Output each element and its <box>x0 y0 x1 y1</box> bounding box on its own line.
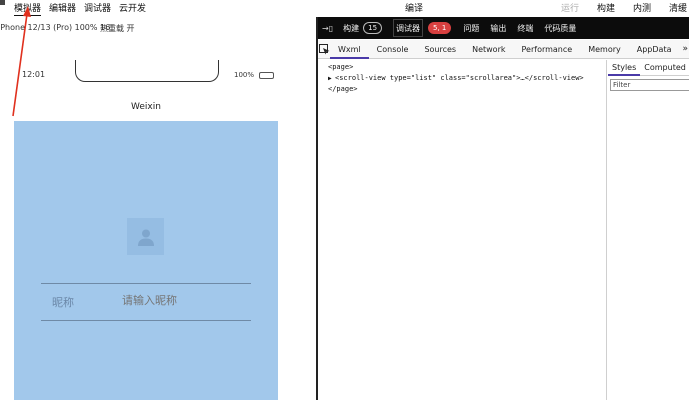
dock-icon[interactable]: →▯ <box>322 24 333 33</box>
toolbar-debugger-label: 调试器 <box>396 23 421 33</box>
toolbar-build[interactable]: 构建 15 <box>343 19 383 37</box>
tab-console[interactable]: Console <box>369 40 417 59</box>
dom-node-scroll-view-text: <scroll-view type="list" class="scrollar… <box>335 74 584 82</box>
dom-node-page-close-text: </page> <box>328 85 358 93</box>
toolbar-output[interactable]: 输出 <box>490 19 506 37</box>
tab-network[interactable]: Network <box>464 40 513 59</box>
preview-button[interactable]: 运行 <box>561 3 579 15</box>
dom-node-scroll-view[interactable]: ▶ <scroll-view type="list" class="scrolla… <box>328 73 606 84</box>
phone-notch <box>75 60 219 82</box>
clear-cache-button[interactable]: 清缓 <box>669 3 687 15</box>
status-battery: 100% <box>234 71 275 79</box>
toolbar-debugger[interactable]: 调试器 <box>393 19 424 37</box>
tab-appdata[interactable]: AppData <box>629 40 680 59</box>
devtools-panel: →▯ 构建 15 调试器 5, 1 问题 输出 终端 代码质量 Wxml Con… <box>316 17 689 400</box>
toolbar-build-label: 构建 <box>343 23 360 33</box>
tab-styles[interactable]: Styles <box>608 60 641 76</box>
menu-cloud[interactable]: 云开发 <box>119 3 146 16</box>
tab-memory[interactable]: Memory <box>580 40 629 59</box>
nickname-label: 昵称 <box>52 296 74 309</box>
menu-debugger[interactable]: 调试器 <box>84 3 111 16</box>
compile-button[interactable]: 编译 <box>405 3 423 15</box>
test-button[interactable]: 内测 <box>633 3 651 15</box>
tab-computed[interactable]: Computed <box>640 60 689 76</box>
dom-node-page-open-text: <page> <box>328 63 354 71</box>
side-panel-tabs: Styles Computed <box>608 60 689 76</box>
devtools-tabs: Wxml Console Sources Network Performance… <box>318 40 689 59</box>
dom-node-page-open[interactable]: <page> <box>328 62 606 73</box>
hot-reload-toggle[interactable]: 热重载 开 <box>100 23 135 34</box>
field-bottom-divider <box>41 320 251 321</box>
person-icon <box>137 229 154 246</box>
page-area: 昵称 <box>14 121 278 400</box>
field-top-divider <box>41 283 251 284</box>
build-count-badge: 15 <box>363 22 383 34</box>
more-tabs-button[interactable]: » <box>679 44 689 54</box>
battery-icon <box>259 71 275 79</box>
devtools-toolbar: →▯ 构建 15 调试器 5, 1 问题 输出 终端 代码质量 <box>318 17 689 39</box>
nickname-input[interactable] <box>122 294 262 307</box>
menu-right-group: 运行 构建 内测 清缓 <box>561 3 689 15</box>
tab-sources[interactable]: Sources <box>416 40 464 59</box>
styles-filter-input[interactable] <box>610 79 689 91</box>
triangle-right-icon[interactable]: ▶ <box>328 73 335 84</box>
tab-performance[interactable]: Performance <box>514 40 581 59</box>
cursor-inspect-icon[interactable] <box>318 43 330 55</box>
wxml-dom-tree: <page> ▶ <scroll-view type="list" class="… <box>318 60 607 400</box>
build-button[interactable]: 构建 <box>597 3 615 15</box>
debugger-count-badge: 5, 1 <box>428 22 452 34</box>
avatar-button[interactable] <box>127 218 164 255</box>
battery-percent: 100% <box>234 71 255 79</box>
toolbar-terminal[interactable]: 终端 <box>517 19 533 37</box>
tab-wxml[interactable]: Wxml <box>330 40 369 59</box>
red-arrow-annotation <box>12 6 31 117</box>
menu-bar: 模拟器 编辑器 调试器 云开发 编译 运行 构建 内测 清缓 <box>0 0 689 18</box>
dom-node-page-close[interactable]: </page> <box>328 84 606 95</box>
styles-side-panel: Styles Computed <box>608 60 689 400</box>
toolbar-issues[interactable]: 问题 <box>463 19 479 37</box>
toolbar-code-quality[interactable]: 代码质量 <box>544 19 576 37</box>
